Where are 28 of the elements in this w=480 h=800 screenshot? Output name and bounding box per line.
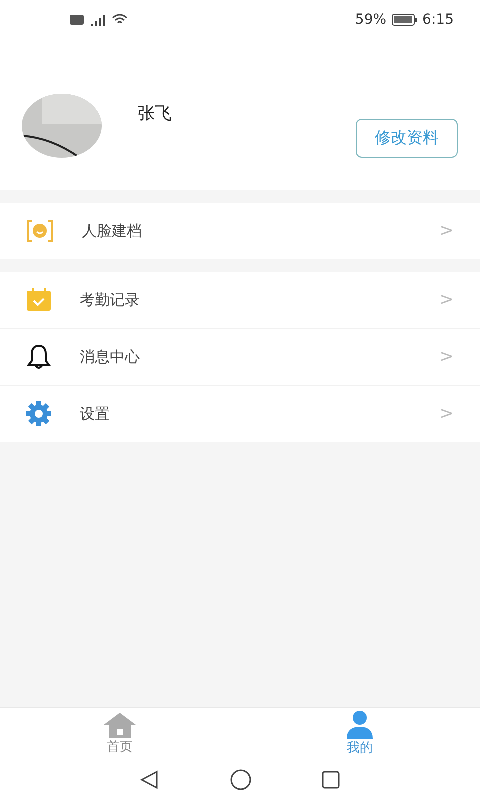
menu-item-label: 考勤记录 bbox=[80, 290, 141, 310]
settings-icon bbox=[26, 401, 52, 427]
clock-time: 6:15 bbox=[422, 12, 454, 28]
person-icon bbox=[346, 711, 374, 739]
menu-item-label: 设置 bbox=[80, 404, 111, 424]
chevron-icon: > bbox=[440, 290, 454, 310]
menu-item[interactable]: 消息中心 > bbox=[0, 328, 480, 385]
back-icon[interactable] bbox=[140, 770, 160, 790]
menu-item-label: 消息中心 bbox=[80, 348, 141, 366]
battery-percent: 59% bbox=[355, 12, 387, 28]
signal-icon bbox=[89, 14, 107, 26]
home-icon bbox=[103, 712, 137, 738]
menu-item[interactable]: 考勤记录 > bbox=[0, 272, 480, 328]
menu-item-label: 人脸建档 bbox=[82, 222, 143, 240]
menu-item[interactable]: 设置 > bbox=[0, 385, 480, 442]
user-name: 张飞 bbox=[138, 103, 172, 125]
recents-icon[interactable] bbox=[322, 771, 340, 789]
bell-icon bbox=[26, 344, 52, 370]
tab[interactable]: 首页 bbox=[0, 708, 240, 760]
chevron-icon: > bbox=[440, 221, 454, 241]
chevron-icon: > bbox=[440, 347, 454, 367]
chevron-icon: > bbox=[440, 404, 454, 424]
menu-item[interactable]: 人脸建档 > bbox=[0, 203, 480, 259]
home-circle-icon[interactable] bbox=[230, 769, 252, 791]
battery-icon bbox=[392, 14, 418, 26]
face-scan-icon bbox=[26, 219, 54, 243]
calendar-check-icon bbox=[26, 288, 52, 312]
wifi-icon bbox=[112, 14, 128, 26]
